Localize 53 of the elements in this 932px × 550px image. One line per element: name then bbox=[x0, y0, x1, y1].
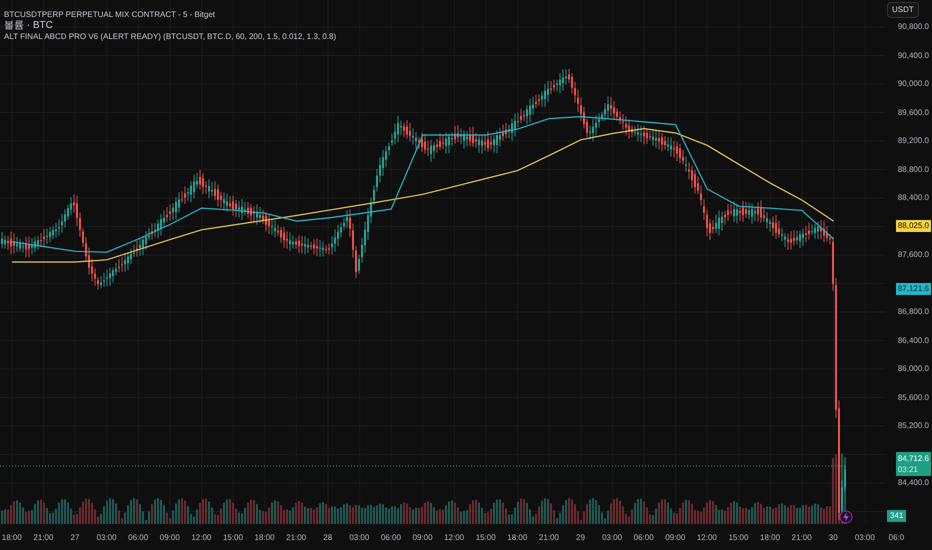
time-label: 09:00 bbox=[664, 532, 686, 544]
price-label: 88,400.0 bbox=[898, 192, 929, 204]
symbol-title: BTCUSDTPERP PERPETUAL MIX CONTRACT - 5 - Bitget bbox=[4, 9, 216, 20]
time-label: 28 bbox=[322, 532, 334, 544]
time-label: 06:0 bbox=[888, 532, 906, 544]
lightning-icon[interactable] bbox=[840, 510, 852, 524]
time-label: 03:00 bbox=[601, 532, 624, 544]
time-label: 15:00 bbox=[222, 532, 244, 544]
time-label: 09:00 bbox=[412, 532, 434, 544]
time-label: 27 bbox=[70, 532, 80, 544]
price-label: 85,200.0 bbox=[898, 420, 929, 432]
last-price: 84,712.6 bbox=[898, 453, 929, 464]
volume-legend: 볼륨 · BTC bbox=[4, 20, 336, 31]
time-label: 18:00 bbox=[254, 532, 276, 544]
volume-badge: 341 bbox=[887, 510, 906, 522]
time-label: 15:00 bbox=[727, 532, 750, 544]
time-label: 15:00 bbox=[474, 532, 497, 544]
price-label: 89,600.0 bbox=[898, 106, 929, 118]
time-label: 18:00 bbox=[0, 532, 23, 544]
price-label: 90,000.0 bbox=[898, 78, 929, 90]
price-label: 84,400.0 bbox=[898, 477, 929, 489]
time-label: 12:00 bbox=[443, 532, 466, 544]
time-label: 06:00 bbox=[632, 532, 655, 544]
price-label: 85,600.0 bbox=[898, 392, 929, 404]
indicator-legend: ALT FINAL ABCD PRO V6 (ALERT READY) (BTCUSDT, BTC.D, 60, 200, 1.5, 0.012, 1.3, 0.8) bbox=[4, 31, 336, 42]
price-label: 86,400.0 bbox=[898, 334, 929, 346]
time-label: 03:00 bbox=[96, 532, 118, 544]
currency-button[interactable]: USDT bbox=[887, 2, 919, 18]
time-label: 06:00 bbox=[380, 532, 402, 544]
price-label: 86,000.0 bbox=[898, 363, 929, 375]
price-label: 88,800.0 bbox=[898, 164, 929, 176]
price-label: 90,400.0 bbox=[898, 50, 929, 62]
time-label: 06:00 bbox=[127, 532, 150, 544]
price-label: 90,800.0 bbox=[898, 21, 929, 33]
price-label: 86,800.0 bbox=[898, 306, 929, 318]
price-badge: 88,025.0 bbox=[896, 220, 931, 232]
time-label: 12:00 bbox=[696, 532, 718, 544]
time-label: 21:00 bbox=[538, 532, 560, 544]
time-label: 30 bbox=[828, 532, 839, 544]
time-label: 21:00 bbox=[285, 532, 308, 544]
time-label: 09:00 bbox=[158, 532, 181, 544]
time-label: 03:00 bbox=[854, 532, 876, 544]
price-label: 87,600.0 bbox=[898, 249, 929, 261]
time-label: 18:00 bbox=[506, 532, 528, 544]
price-badge: 87,121.6 bbox=[896, 283, 931, 295]
time-label: 03:00 bbox=[348, 532, 370, 544]
time-label: 12:00 bbox=[190, 532, 212, 544]
time-label: 21:00 bbox=[790, 532, 813, 544]
time-label: 18:00 bbox=[759, 532, 782, 544]
time-label: 21:00 bbox=[32, 532, 54, 544]
countdown: 03:21 bbox=[898, 464, 919, 475]
time-label: 29 bbox=[575, 532, 586, 544]
price-label: 89,200.0 bbox=[898, 135, 929, 147]
